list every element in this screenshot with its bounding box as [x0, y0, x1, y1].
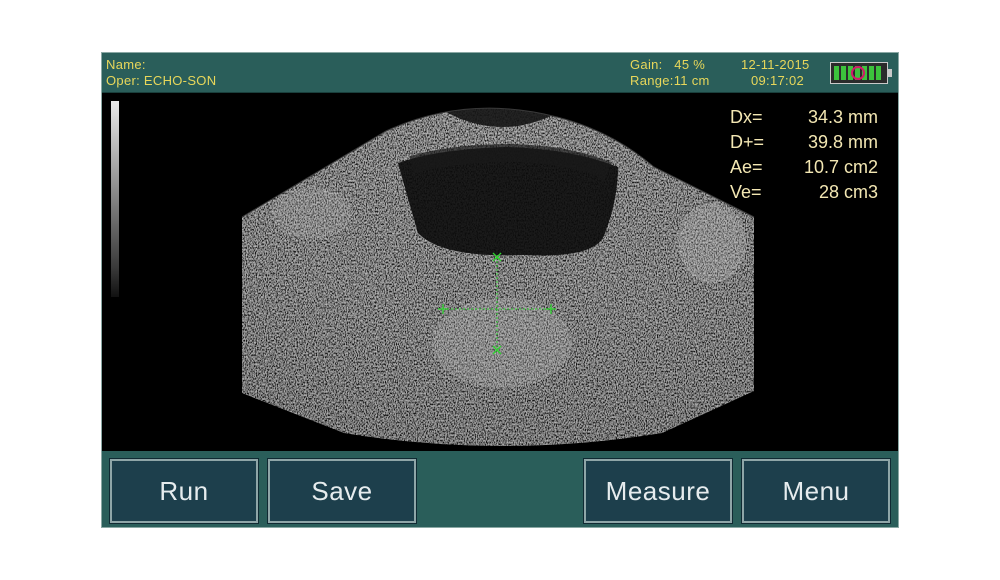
measurement-label: D+=: [730, 132, 765, 152]
measurement-row-dx: Dx= 34.3 mm: [730, 105, 878, 130]
time-readout: 09:17:02: [751, 73, 805, 88]
measurement-row-dplus: D+= 39.8 mm: [730, 130, 878, 155]
measurement-value: 10.7 cm2: [803, 157, 878, 177]
measurement-value: 39.8 mm: [807, 132, 878, 152]
measure-button[interactable]: Measure: [583, 458, 733, 524]
battery-icon: [830, 62, 892, 84]
status-header: Name: Oper: ECHO-SON Gain: 45 % Range:11…: [102, 53, 898, 93]
charging-plug-icon: [851, 66, 865, 80]
measurement-panel: Dx= 34.3 mm D+= 39.8 mm Ae= 10.7 cm2 Ve=…: [730, 105, 878, 205]
measurement-label: Ve=: [730, 182, 762, 202]
ultrasound-image-area[interactable]: Dx= 34.3 mm D+= 39.8 mm Ae= 10.7 cm2 Ve=…: [102, 93, 898, 451]
gain-readout: Gain: 45 %: [630, 57, 706, 72]
operator-label: Oper: ECHO-SON: [106, 73, 217, 88]
measurement-row-ve: Ve= 28 cm3: [730, 180, 878, 205]
bottom-toolbar: Run Save Measure Menu: [102, 452, 898, 527]
measurement-row-ae: Ae= 10.7 cm2: [730, 155, 878, 180]
measurement-value: 34.3 mm: [807, 107, 878, 127]
save-button[interactable]: Save: [267, 458, 417, 524]
range-readout: Range:11 cm: [630, 73, 710, 88]
ultrasound-device: Name: Oper: ECHO-SON Gain: 45 % Range:11…: [101, 52, 899, 528]
menu-button[interactable]: Menu: [741, 458, 891, 524]
measurement-value: 28 cm3: [818, 182, 878, 202]
measurement-label: Dx=: [730, 107, 763, 127]
run-button[interactable]: Run: [109, 458, 259, 524]
patient-name-label: Name:: [106, 57, 146, 72]
measurement-label: Ae=: [730, 157, 763, 177]
date-readout: 12-11-2015: [741, 57, 810, 72]
